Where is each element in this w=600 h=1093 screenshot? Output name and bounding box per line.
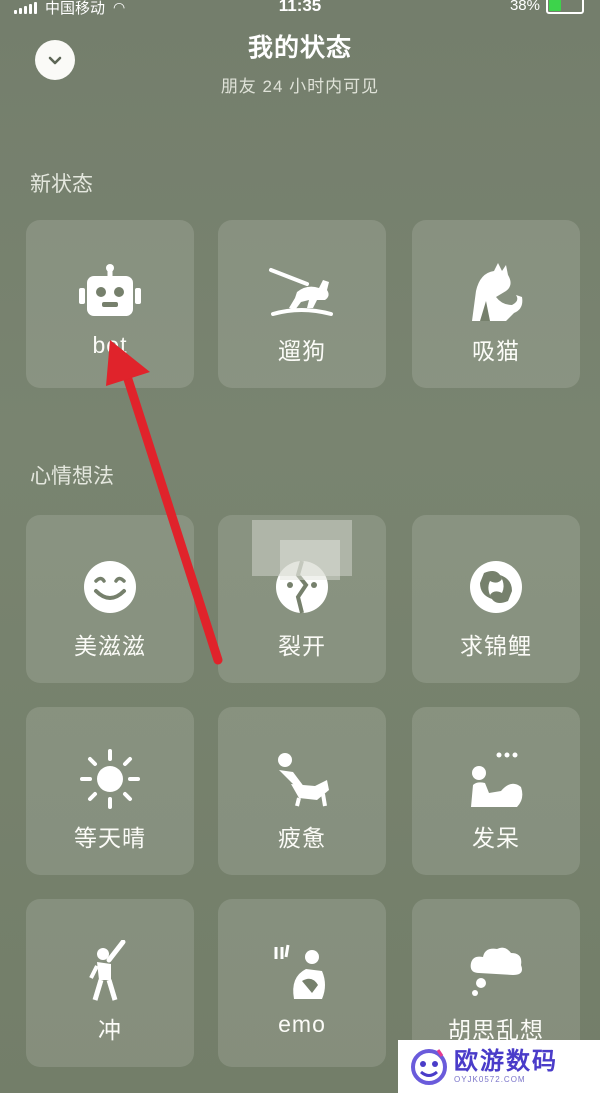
emo-person-icon: [274, 944, 325, 999]
status-tile-label: emo: [278, 1011, 326, 1037]
section-label-new-status: 新状态: [30, 173, 93, 196]
battery-percent: 38%: [509, 0, 540, 14]
sun-icon: [80, 749, 140, 809]
status-tile-emo[interactable]: emo: [218, 899, 386, 1067]
daze-person-icon: [471, 752, 523, 807]
dog-walk-icon: [269, 268, 333, 316]
robot-icon: [79, 264, 141, 316]
page-header: 我的状态 朋友 24 小时内可见: [0, 28, 600, 97]
status-tile-koi[interactable]: 求锦鲤: [412, 515, 580, 683]
status-tile-label: 吸猫: [472, 338, 520, 364]
blur-patch: [280, 540, 340, 580]
watermark-logo-icon: [411, 1048, 447, 1085]
watermark-url: OYJK0572.COM: [454, 1075, 526, 1084]
status-tile-label: 裂开: [278, 633, 326, 659]
status-tile-label: 发呆: [472, 825, 520, 851]
status-tile-dog-walk[interactable]: 遛狗: [218, 220, 386, 388]
section-label-mood: 心情想法: [30, 465, 114, 488]
status-tile-daze[interactable]: 发呆: [412, 707, 580, 875]
status-tile-tired[interactable]: 疲惫: [218, 707, 386, 875]
battery-icon: [546, 0, 584, 14]
status-tile-go[interactable]: 冲: [26, 899, 194, 1067]
status-tile-bot[interactable]: bot: [26, 220, 194, 388]
smile-icon: [84, 561, 136, 613]
page-subtitle: 朋友 24 小时内可见: [220, 77, 380, 96]
tired-person-icon: [278, 753, 329, 807]
status-tile-cat[interactable]: 吸猫: [412, 220, 580, 388]
thought-cloud-icon: [470, 947, 522, 996]
status-bar: 中国移动 ◠ 11:35 38%: [0, 0, 600, 18]
status-tile-label: 疲惫: [278, 825, 326, 851]
status-tile-sunny[interactable]: 等天晴: [26, 707, 194, 875]
status-tile-label: 遛狗: [278, 338, 326, 364]
cat-icon: [472, 263, 523, 321]
status-tile-label: 求锦鲤: [460, 633, 532, 659]
watermark-name: 欧游数码: [454, 1048, 558, 1075]
page-title: 我的状态: [247, 34, 352, 62]
watermark: 欧游数码 OYJK0572.COM: [398, 1040, 600, 1093]
koi-icon: [470, 561, 522, 613]
status-tile-label: 冲: [98, 1017, 122, 1043]
cheer-person-icon: [89, 940, 126, 1001]
status-tile-label: bot: [92, 332, 128, 358]
status-tile-label: 等天晴: [74, 825, 146, 851]
status-tile-happy[interactable]: 美滋滋: [26, 515, 194, 683]
status-tile-label: 美滋滋: [74, 633, 146, 659]
